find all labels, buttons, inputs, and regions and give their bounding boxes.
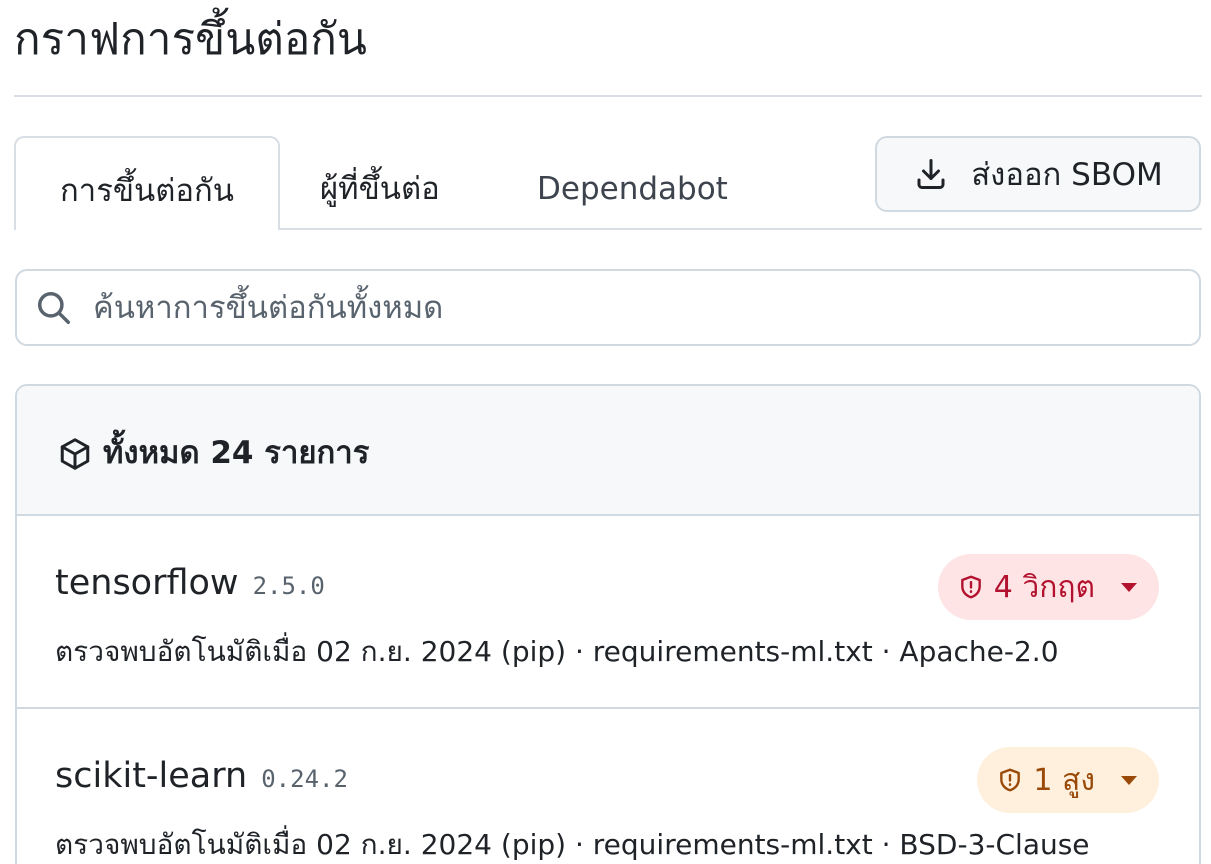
export-sbom-label: ส่งออก SBOM [971, 157, 1163, 193]
search-icon [38, 292, 70, 324]
title-divider [14, 95, 1202, 97]
page-title: กราฟการขึ้นต่อกัน [14, 14, 367, 65]
tab-dependencies[interactable]: การขึ้นต่อกัน [14, 136, 280, 230]
package-icon [60, 438, 90, 470]
package-name: scikit-learn [55, 756, 248, 796]
shield-icon [960, 575, 981, 599]
tab-dependabot[interactable]: Dependabot [537, 136, 728, 230]
export-sbom-button[interactable]: ส่งออก SBOM [875, 136, 1201, 212]
list-item: scikit-learn 0.24.2 1 สูง ตรวจพบอัตโนมัติ… [17, 709, 1199, 864]
dependency-list: ทั้งหมด 24 รายการ tensorflow 2.5.0 4 วิกฤ… [15, 384, 1201, 864]
list-header: ทั้งหมด 24 รายการ [17, 386, 1199, 516]
search-box [15, 269, 1201, 346]
severity-badge-high[interactable]: 1 สูง [977, 747, 1159, 813]
package-meta: ตรวจพบอัตโนมัติเมื่อ 02 ก.ย. 2024 (pip) … [55, 828, 1090, 861]
package-meta: ตรวจพบอัตโนมัติเมื่อ 02 ก.ย. 2024 (pip) … [55, 635, 1059, 668]
shield-icon [1000, 768, 1021, 792]
download-icon [917, 159, 945, 189]
severity-label: 1 สูง [1033, 762, 1095, 798]
severity-badge-critical[interactable]: 4 วิกฤต [937, 554, 1159, 620]
severity-label: 4 วิกฤต [993, 569, 1095, 605]
package-name: tensorflow [55, 563, 239, 603]
package-link[interactable]: scikit-learn 0.24.2 [55, 749, 348, 806]
list-item: tensorflow 2.5.0 4 วิกฤต ตรวจพบอัตโนมัติเ… [17, 516, 1199, 709]
search-input[interactable] [93, 277, 1183, 339]
caret-down-icon [1121, 582, 1137, 592]
dependency-count: ทั้งหมด 24 รายการ [103, 435, 370, 471]
package-version: 2.5.0 [252, 572, 325, 600]
dependency-graph-page: กราฟการขึ้นต่อกัน การขึ้นต่อกัน ผู้ที่ขึ… [0, 0, 1211, 864]
tab-dependents[interactable]: ผู้ที่ขึ้นต่อ [320, 136, 440, 230]
package-link[interactable]: tensorflow 2.5.0 [55, 556, 325, 613]
caret-down-icon [1121, 775, 1137, 785]
package-version: 0.24.2 [261, 765, 348, 793]
